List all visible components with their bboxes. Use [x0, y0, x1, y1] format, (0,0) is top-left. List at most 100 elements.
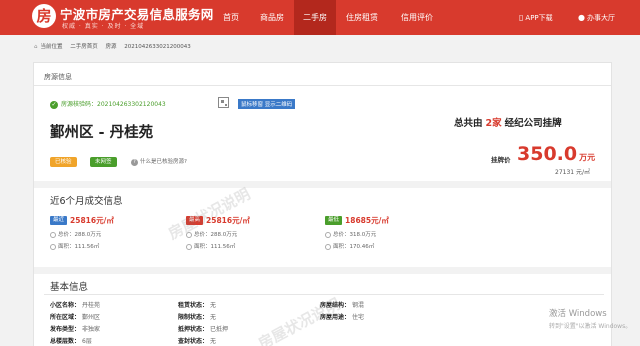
unit-price: 27131 元/㎡ [555, 169, 591, 176]
divider [34, 85, 611, 86]
breadcrumb-item-listing[interactable]: 房源 [106, 44, 117, 50]
verified-help-link[interactable]: ? 什么是已核验房源? [131, 157, 187, 167]
info-key: 小区名称： [50, 302, 81, 309]
listing-name: 鄞州区 - 丹桂苑 [50, 125, 154, 141]
qr-tooltip: 鼠标移窗 显示二维码 [238, 99, 296, 109]
info-row: 租赁状态：无 [178, 300, 228, 312]
info-key: 总楼层数： [50, 338, 81, 345]
phone-icon: ▯ [519, 13, 524, 22]
verified-tag: 已核验 [50, 157, 77, 167]
section-separator [34, 267, 611, 274]
deal-price: 18685元/㎡ [345, 216, 389, 225]
app-download-link[interactable]: ▯ APP下载 [519, 0, 553, 35]
not-signed-tag: 未网签 [90, 157, 117, 167]
site-header: 房 宁波市房产交易信息服务网 权威 · 真实 · 及时 · 全域 首页 商品房 … [0, 0, 640, 35]
info-value: 鄞州区 [82, 314, 101, 321]
info-key: 所在区域： [50, 314, 81, 321]
app-download-label: APP下载 [525, 14, 553, 22]
info-row: 小区名称： 丹桂苑 [50, 300, 100, 312]
area-icon [325, 243, 331, 250]
breadcrumb-item-secondhand[interactable]: 二手房首页 [70, 44, 98, 50]
agency-suffix: 经纪公司挂牌 [504, 118, 562, 129]
verify-code: ✓ 房源核验码：202104263302120043 [50, 99, 166, 109]
deal-total: 总价：288.0万元 [50, 230, 170, 238]
info-value: 无 [210, 314, 217, 321]
nav-rental[interactable]: 住房租赁 [338, 0, 386, 35]
help-text: 什么是已核验房源? [140, 159, 187, 165]
deal-area-text: 面积：111.56㎡ [58, 244, 100, 250]
windows-activation-hint: 转到"设置"以激活 Windows。 [549, 323, 632, 330]
qr-code-icon[interactable] [218, 97, 229, 108]
divider [44, 294, 604, 295]
basic-section-title: 基本信息 [50, 282, 89, 293]
info-value: 无 [210, 302, 217, 309]
nav-new-homes[interactable]: 商品房 [252, 0, 292, 35]
breadcrumb: ⌂ 当前位置 二手房首页 房源 2021042633021200043 [34, 42, 197, 50]
deal-price: 25816元/㎡ [70, 216, 114, 225]
area-icon [186, 243, 192, 250]
nav-home[interactable]: 首页 [213, 0, 249, 35]
site-slogan: 权威 · 真实 · 及时 · 全域 [62, 23, 145, 30]
deal-area: 面积：170.46㎡ [325, 242, 445, 250]
info-value: 钢混 [352, 302, 365, 309]
info-key: 限制状态： [178, 314, 209, 321]
info-row: 总楼层数： 6层 [50, 336, 100, 346]
deal-total: 总价：288.0万元 [186, 230, 306, 238]
listing-price: 350.0 万元 [517, 143, 595, 165]
basic-info-column-a: 小区名称： 丹桂苑 所在区域： 鄞州区 发布类型： 非独家 总楼层数： 6层 [50, 300, 100, 346]
deal-badge-latest: 最近 [50, 216, 68, 225]
area-icon [50, 243, 56, 250]
deal-area: 面积：111.56㎡ [186, 242, 306, 250]
user-icon: ● [578, 13, 585, 22]
deal-latest: 最近 25816元/㎡ 总价：288.0万元 面积：111.56㎡ [50, 215, 170, 250]
info-row: 发布类型： 非独家 [50, 324, 100, 336]
info-key: 抵押状态： [178, 326, 209, 333]
listing-card: 房源信息 ✓ 房源核验码：202104263302120043 鼠标移窗 显示二维… [33, 62, 612, 346]
agency-prefix: 总共由 [454, 118, 483, 129]
panel-title: 房源信息 [44, 73, 72, 81]
info-row: 查封状态：无 [178, 336, 228, 346]
info-row: 限制状态：无 [178, 312, 228, 324]
deal-badge-lowest: 最低 [325, 216, 343, 225]
price-label: 挂牌价 [491, 156, 511, 164]
total-icon [325, 231, 331, 238]
section-separator [34, 181, 611, 188]
info-value: 丹桂苑 [82, 302, 101, 309]
deals-section-title: 近6个月成交信息 [50, 196, 123, 207]
deal-total: 总价：318.0万元 [325, 230, 445, 238]
info-key: 租赁状态： [178, 302, 209, 309]
deal-total-text: 总价：288.0万元 [58, 232, 102, 238]
nav-second-hand[interactable]: 二手房 [294, 0, 336, 35]
info-value: 已抵押 [210, 326, 229, 333]
windows-activation-notice: 激活 Windows [549, 309, 607, 319]
deal-total-text: 总价：318.0万元 [333, 232, 377, 238]
nav-credit[interactable]: 信用评价 [393, 0, 441, 35]
info-value: 无 [210, 338, 217, 345]
basic-info-column-b: 租赁状态：无 限制状态：无 抵押状态： 已抵押 查封状态：无 [178, 300, 228, 346]
info-value: 非独家 [82, 326, 101, 333]
deal-total-text: 总价：288.0万元 [194, 232, 238, 238]
deal-lowest: 最低 18685元/㎡ 总价：318.0万元 面积：170.46㎡ [325, 215, 445, 250]
site-logo-icon[interactable]: 房 [32, 4, 56, 28]
info-row: 抵押状态： 已抵押 [178, 324, 228, 336]
info-value: 住宅 [352, 314, 365, 321]
info-row: 所在区域： 鄞州区 [50, 312, 100, 324]
question-icon: ? [131, 159, 138, 166]
service-hall-label: 办事大厅 [586, 14, 615, 22]
service-hall-link[interactable]: ● 办事大厅 [578, 0, 615, 35]
deal-area-text: 面积：170.46㎡ [333, 244, 375, 250]
info-value: 6层 [82, 338, 92, 345]
breadcrumb-current-label: 当前位置 [40, 44, 63, 50]
verify-code-text: 房源核验码：202104263302120043 [61, 101, 166, 108]
agency-number: 2家 [485, 118, 502, 129]
check-icon: ✓ [50, 100, 58, 109]
info-key: 发布类型： [50, 326, 81, 333]
agency-count[interactable]: 总共由 2家 经纪公司挂牌 [454, 115, 562, 129]
info-key: 查封状态： [178, 338, 209, 345]
breadcrumb-item-id: 2021042633021200043 [124, 44, 191, 50]
location-icon: ⌂ [34, 44, 38, 50]
deal-area: 面积：111.56㎡ [50, 242, 170, 250]
total-icon [50, 231, 56, 238]
price-value: 350.0 [517, 143, 578, 165]
deal-area-text: 面积：111.56㎡ [194, 244, 236, 250]
